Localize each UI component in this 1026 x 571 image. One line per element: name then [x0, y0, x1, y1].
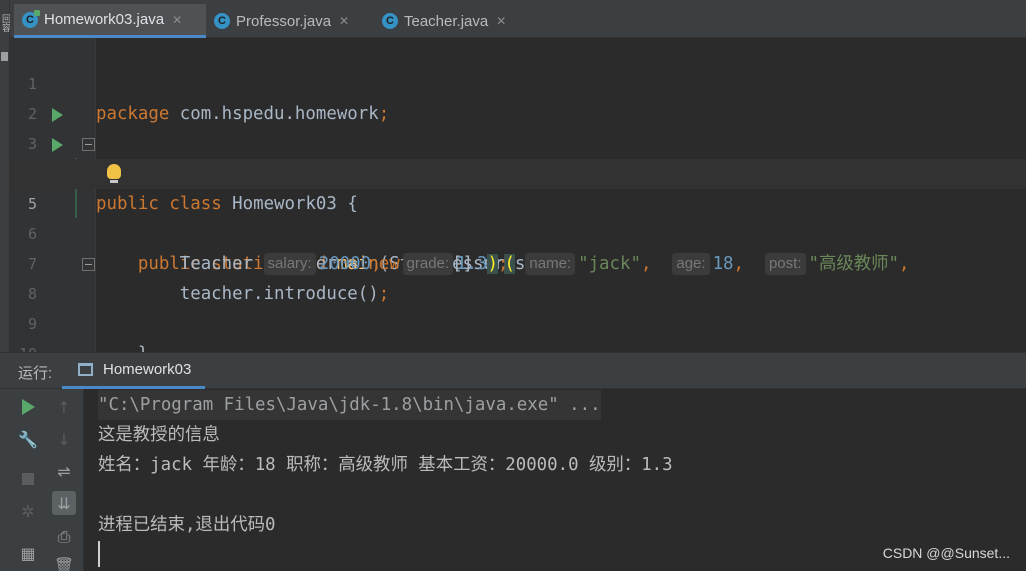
- tab-label: Homework03.java: [44, 11, 165, 28]
- layout-icon[interactable]: ▦: [16, 541, 40, 565]
- run-label: 运行:: [18, 365, 53, 382]
- arrow-down-icon[interactable]: ↓: [52, 427, 76, 451]
- run-class-icon[interactable]: [52, 108, 63, 122]
- editor-tabbar: C Homework03.java ✕ C Professor.java ✕ C…: [10, 0, 1026, 38]
- console-output[interactable]: "C:\Program Files\Java\jdk-1.8\bin\java.…: [84, 389, 1026, 571]
- tab-professor[interactable]: C Professor.java ✕: [206, 4, 374, 38]
- code-line-3: 3 public class Homework03 {: [10, 99, 1026, 214]
- watermark: CSDN @@Sunset...: [882, 545, 1010, 561]
- line-number: 10: [10, 339, 37, 352]
- run-main-icon[interactable]: [52, 138, 63, 152]
- run-toolbar: ↑ 🔧 ↓ ⇌ ⇊ ✲ ⎙ ▦ 🗑: [0, 389, 84, 571]
- tab-label: Professor.java: [236, 12, 332, 30]
- close-icon[interactable]: ✕: [172, 13, 182, 27]
- code-line-9: 9: [10, 279, 1026, 333]
- stop-icon[interactable]: [16, 467, 40, 491]
- print-icon[interactable]: ⎙: [52, 525, 76, 549]
- strip-label: 回容: [0, 14, 10, 32]
- wrench-icon[interactable]: 🔧: [16, 427, 40, 451]
- console-line: 进程已结束,退出代码0: [98, 515, 276, 535]
- code-line-2: 2: [10, 69, 1026, 123]
- code-line-8: 8 }: [10, 249, 1026, 352]
- rerun-icon[interactable]: [16, 395, 40, 419]
- trash-icon[interactable]: 🗑: [52, 553, 76, 571]
- fold-icon[interactable]: [82, 138, 95, 151]
- java-class-icon: C: [22, 9, 40, 28]
- text-caret: [98, 541, 100, 567]
- soft-wrap-icon[interactable]: ⇌: [52, 459, 76, 483]
- code-line-6: 6 salary: 20000, grade: 1.3);: [10, 189, 1026, 275]
- fold-icon[interactable]: [82, 258, 95, 271]
- console-line: 这是教授的信息: [98, 425, 220, 445]
- console-tab-icon: [78, 363, 93, 376]
- code-line-1: 1 package com.hspedu.homework;: [10, 39, 1026, 124]
- arrow-up-icon[interactable]: ↑: [52, 395, 76, 419]
- run-tab-label: Homework03: [103, 361, 192, 378]
- lightbulb-icon[interactable]: [107, 164, 121, 183]
- structure-icon[interactable]: [1, 52, 8, 61]
- console-line: 姓名：jack 年龄：18 职称：高级教师 基本工资：20000.0 级别：1.…: [98, 455, 673, 475]
- close-icon[interactable]: ✕: [339, 14, 349, 28]
- tab-teacher[interactable]: C Teacher.java ✕: [374, 4, 534, 38]
- code-line-7: 7 teacher.introduce();: [10, 219, 1026, 304]
- debug-settings-icon[interactable]: ✲: [16, 499, 40, 523]
- code-line-5: 5 Teacher teacher = new Professor( name:…: [10, 159, 1026, 275]
- tab-label: Teacher.java: [404, 12, 489, 30]
- code-editor[interactable]: 1 package com.hspedu.homework; 2 3 publi…: [10, 38, 1026, 352]
- code-line-10: 10 }: [10, 309, 1026, 352]
- java-class-icon: C: [382, 13, 398, 29]
- console-command-line[interactable]: "C:\Program Files\Java\jdk-1.8\bin\java.…: [98, 390, 601, 420]
- tab-homework03[interactable]: C Homework03.java ✕: [14, 4, 206, 38]
- java-class-icon: C: [214, 13, 230, 29]
- scroll-to-end-icon[interactable]: ⇊: [52, 491, 76, 515]
- project-tool-strip[interactable]: 回容: [0, 0, 10, 352]
- run-tab-homework03[interactable]: Homework03: [62, 353, 206, 389]
- run-tool-window-header: 运行: Homework03: [0, 352, 1026, 389]
- code-line-4: 4 public static void main(String[] args)…: [10, 129, 1026, 274]
- close-icon[interactable]: ✕: [496, 14, 506, 28]
